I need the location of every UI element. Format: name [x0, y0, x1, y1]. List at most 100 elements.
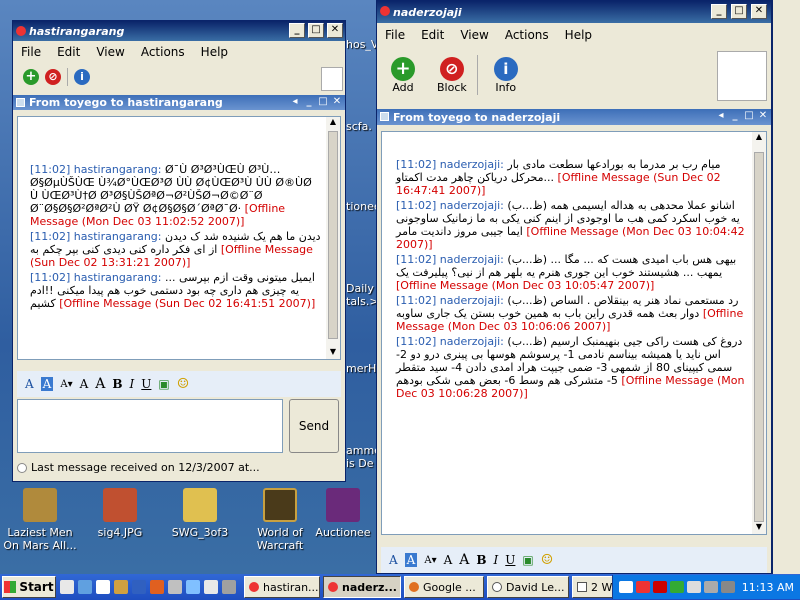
- partial-icon[interactable]: hos_V: [346, 38, 376, 51]
- partial-icon[interactable]: Daily tals.>: [346, 282, 376, 308]
- shrink-font-icon[interactable]: A: [80, 377, 89, 391]
- menu-actions[interactable]: Actions: [133, 45, 193, 59]
- menu-help[interactable]: Help: [557, 28, 600, 42]
- scroll-thumb[interactable]: [754, 152, 764, 522]
- chat-window-hastirangarang: hastirangarang _ □ ✕ File Edit View Acti…: [12, 20, 346, 482]
- menu-file[interactable]: File: [377, 28, 413, 42]
- quicklaunch-icon[interactable]: [78, 580, 92, 594]
- bold-button[interactable]: B: [476, 553, 486, 567]
- sound-icon[interactable]: ◂: [715, 110, 727, 122]
- tray-icon[interactable]: [669, 581, 684, 593]
- quicklaunch-icon[interactable]: [132, 580, 146, 594]
- minimize-button[interactable]: _: [289, 23, 305, 38]
- volume-icon[interactable]: [703, 581, 718, 593]
- task-button-hastirangarang[interactable]: hastiran...: [244, 576, 320, 598]
- grow-font-icon[interactable]: A: [459, 552, 469, 568]
- add-icon[interactable]: +: [23, 69, 39, 85]
- desktop-icon-sig4[interactable]: sig4.JPG: [80, 488, 160, 539]
- desktop-icon-auctionee[interactable]: Auctionee: [308, 488, 378, 539]
- close-icon[interactable]: ✕: [757, 110, 769, 122]
- image-icon[interactable]: ▣: [522, 553, 533, 567]
- scroll-down-arrow[interactable]: ▼: [326, 347, 340, 359]
- sound-icon[interactable]: ◂: [289, 96, 301, 108]
- restore-icon[interactable]: □: [743, 110, 755, 122]
- menu-view[interactable]: View: [452, 28, 496, 42]
- font-size-icon[interactable]: A▾: [60, 379, 72, 390]
- quicklaunch-icon[interactable]: [222, 580, 236, 594]
- quicklaunch-icon[interactable]: [168, 580, 182, 594]
- bold-button[interactable]: B: [112, 377, 122, 391]
- quicklaunch-icon[interactable]: [204, 580, 218, 594]
- image-icon[interactable]: ▣: [158, 377, 169, 391]
- vertical-scrollbar[interactable]: ▲ ▼: [752, 132, 766, 534]
- close-button[interactable]: ✕: [751, 4, 767, 19]
- tray-icon[interactable]: [686, 581, 701, 593]
- title-bar[interactable]: hastirangarang _ □ ✕: [13, 21, 345, 41]
- grow-font-icon[interactable]: A: [95, 376, 105, 392]
- task-button-google[interactable]: Google ...: [404, 576, 484, 598]
- restore-icon[interactable]: □: [317, 96, 329, 108]
- shrink-font-icon[interactable]: A: [444, 553, 453, 567]
- quicklaunch-icon[interactable]: [96, 580, 110, 594]
- minimize-icon[interactable]: _: [729, 110, 741, 122]
- font-icon[interactable]: A: [389, 553, 398, 567]
- partial-label: scfa.: [346, 120, 372, 133]
- menu-help[interactable]: Help: [193, 45, 236, 59]
- font-size-icon[interactable]: A▾: [424, 555, 436, 566]
- add-button[interactable]: + Add: [391, 56, 415, 94]
- tray-icon[interactable]: [720, 581, 735, 593]
- desktop-icon-swg[interactable]: SWG_3of3: [160, 488, 240, 539]
- send-button[interactable]: Send: [289, 399, 339, 453]
- quicklaunch-icon[interactable]: [186, 580, 200, 594]
- menu-view[interactable]: View: [88, 45, 132, 59]
- task-button-david[interactable]: David Le...: [487, 576, 569, 598]
- emoticon-icon[interactable]: ☺: [177, 376, 190, 392]
- conversation-history[interactable]: [11:02] naderzojaji: میام رب بر مدرما به…: [381, 131, 767, 535]
- italic-button[interactable]: I: [130, 377, 135, 391]
- scroll-up-arrow[interactable]: ▲: [752, 132, 766, 144]
- maximize-button[interactable]: □: [308, 23, 324, 38]
- partial-icon[interactable]: tionee: [346, 200, 376, 213]
- quicklaunch-icon[interactable]: [60, 580, 74, 594]
- menu-edit[interactable]: Edit: [413, 28, 452, 42]
- scroll-thumb[interactable]: [328, 131, 338, 339]
- messenger-icon: [249, 582, 259, 592]
- underline-button[interactable]: U: [141, 377, 151, 391]
- clock[interactable]: 11:13 AM: [742, 581, 794, 594]
- start-button[interactable]: Start: [2, 576, 56, 598]
- underline-button[interactable]: U: [505, 553, 515, 567]
- partial-icon[interactable]: scfa.: [346, 120, 376, 133]
- minimize-icon[interactable]: _: [303, 96, 315, 108]
- partial-icon[interactable]: merH: [346, 362, 376, 375]
- close-icon[interactable]: ✕: [331, 96, 343, 108]
- title-bar[interactable]: naderzojaji _ □ ✕: [377, 1, 771, 23]
- message-input[interactable]: [17, 399, 283, 453]
- info-button[interactable]: i Info: [493, 56, 518, 94]
- quicklaunch-icon[interactable]: [114, 580, 128, 594]
- scroll-up-arrow[interactable]: ▲: [326, 117, 340, 129]
- scroll-down-arrow[interactable]: ▼: [752, 522, 766, 534]
- text-color-icon[interactable]: A: [404, 553, 418, 567]
- tray-icon[interactable]: [635, 581, 650, 593]
- tray-icon[interactable]: [618, 581, 633, 593]
- block-button[interactable]: ⊘ Block: [437, 56, 467, 94]
- block-icon[interactable]: ⊘: [45, 69, 61, 85]
- italic-button[interactable]: I: [494, 553, 499, 567]
- minimize-button[interactable]: _: [711, 4, 727, 19]
- task-button-naderzojaji[interactable]: naderz...: [323, 576, 401, 598]
- maximize-button[interactable]: □: [731, 4, 747, 19]
- menu-edit[interactable]: Edit: [49, 45, 88, 59]
- ati-icon[interactable]: [652, 581, 667, 593]
- text-color-icon[interactable]: A: [40, 377, 54, 391]
- vertical-scrollbar[interactable]: ▲ ▼: [326, 117, 340, 359]
- info-icon[interactable]: i: [74, 69, 90, 85]
- menu-actions[interactable]: Actions: [497, 28, 557, 42]
- partial-icon[interactable]: amme is De: [346, 444, 376, 470]
- menu-file[interactable]: File: [13, 45, 49, 59]
- conversation-history[interactable]: [11:02] hastirangarang: Ø¯Ù Ø³Ø³ÙŒÙ Ø³Ù……: [17, 116, 341, 360]
- quicklaunch-icon[interactable]: [150, 580, 164, 594]
- close-button[interactable]: ✕: [327, 23, 343, 38]
- font-icon[interactable]: A: [25, 377, 34, 391]
- emoticon-icon[interactable]: ☺: [541, 552, 554, 568]
- desktop-icon-laziest-men[interactable]: Laziest Men On Mars All...: [0, 488, 80, 552]
